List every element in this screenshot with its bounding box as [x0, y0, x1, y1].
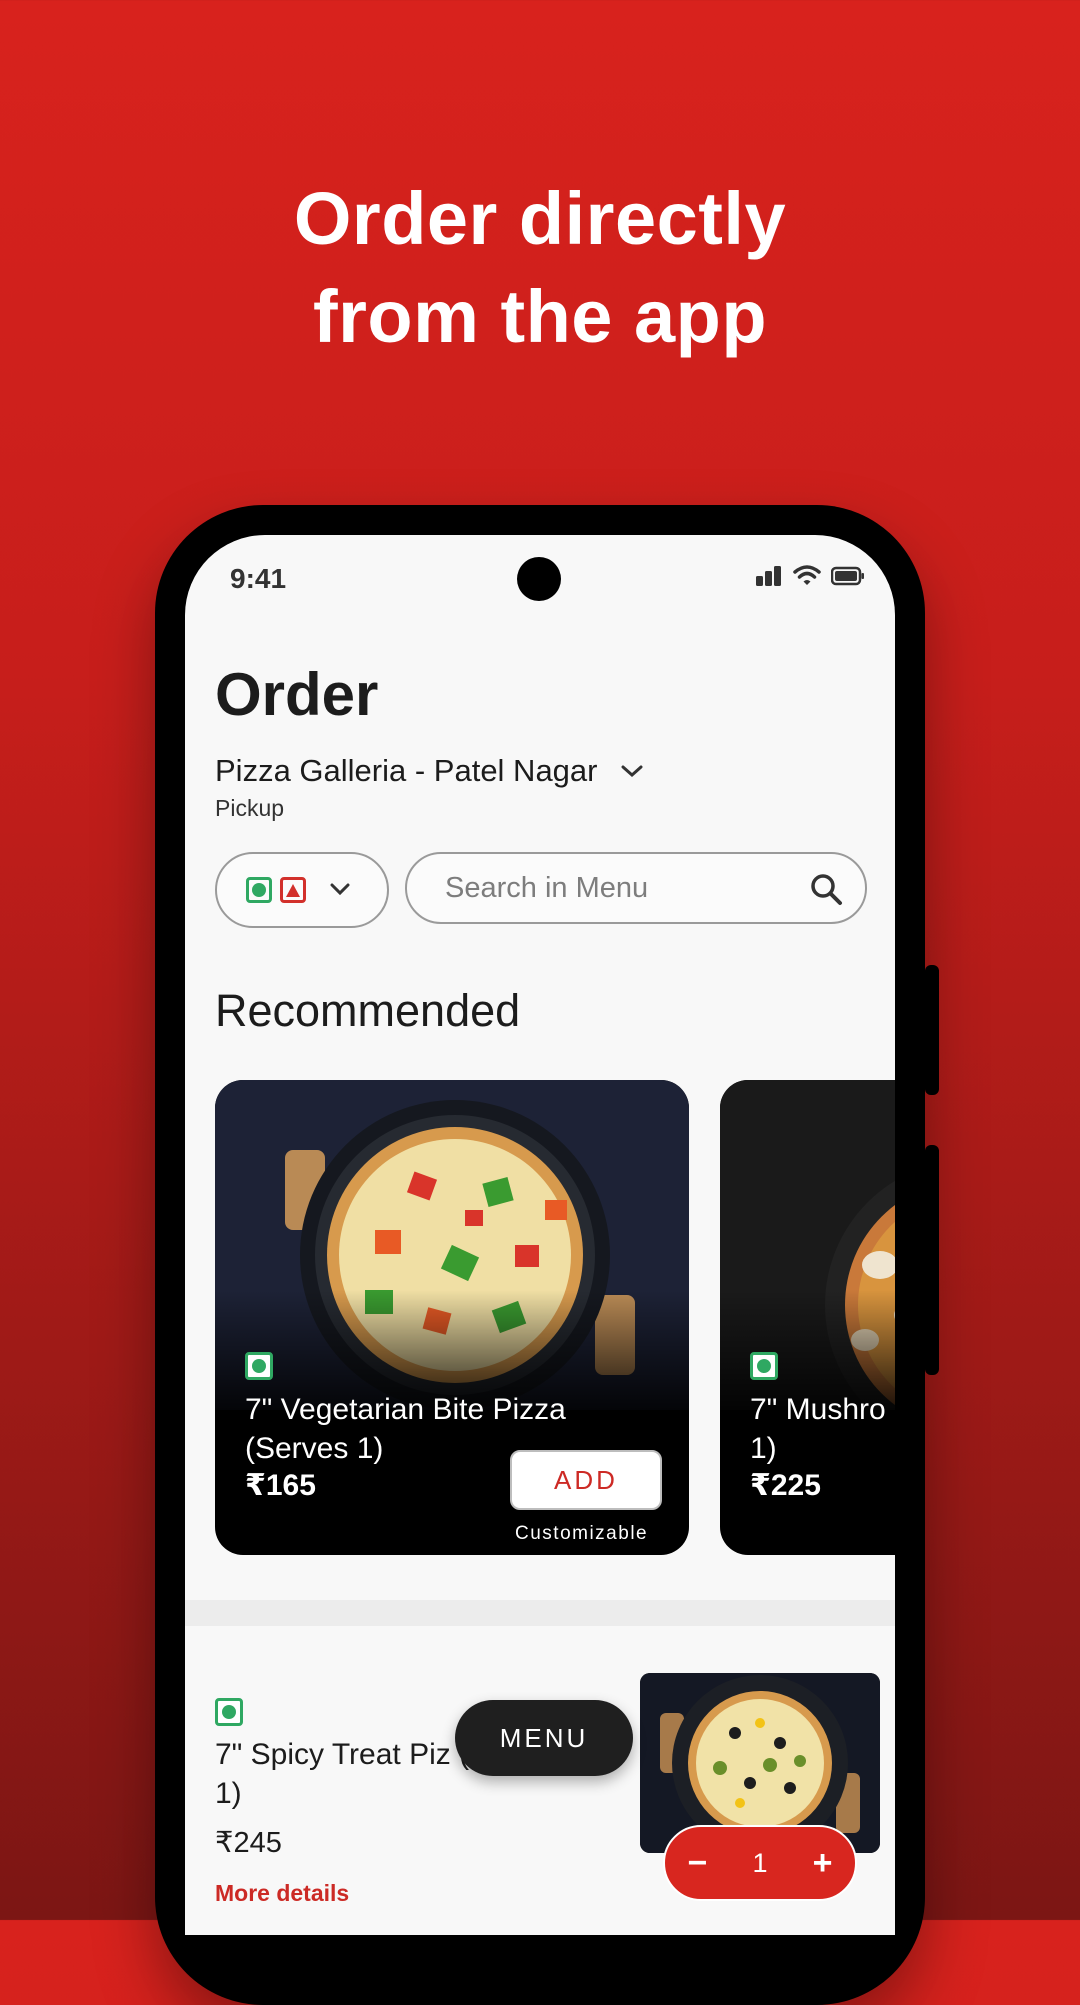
recommended-title: Recommended	[215, 985, 521, 1036]
recommended-card[interactable]: 7" Vegetarian Bite Pizza (Serves 1) ₹165…	[215, 1080, 689, 1555]
search-icon[interactable]	[809, 872, 845, 908]
headline-line-1: Order directly	[293, 177, 787, 260]
search-bar[interactable]	[405, 852, 867, 924]
cellular-signal-icon	[756, 566, 781, 586]
chevron-down-icon	[330, 883, 350, 896]
veg-icon	[750, 1352, 778, 1380]
recommended-card[interactable]: 7" Mushro (Serves 1) ₹225	[720, 1080, 895, 1555]
quantity-stepper[interactable]: − 1 +	[663, 1825, 857, 1901]
add-button[interactable]: ADD	[510, 1450, 662, 1510]
veg-filter-icon	[246, 877, 272, 903]
item-price: ₹245	[215, 1827, 282, 1859]
veg-icon	[215, 1698, 243, 1726]
battery-icon	[831, 566, 864, 586]
wifi-icon	[793, 565, 821, 585]
app-screen: 9:41 Order Pizza Galleria - Patel Nagar …	[185, 535, 895, 1935]
page-title: Order	[215, 661, 379, 728]
more-details-link[interactable]: More details	[215, 1880, 349, 1907]
store-name: Pizza Galleria - Patel Nagar	[215, 753, 598, 788]
menu-button[interactable]: MENU	[455, 1700, 633, 1776]
card-price: ₹165	[245, 1469, 316, 1502]
order-mode: Pickup	[215, 795, 285, 821]
plus-icon[interactable]: +	[813, 1844, 833, 1883]
card-price: ₹225	[750, 1469, 821, 1502]
phone-side-button	[925, 1145, 939, 1375]
veg-icon	[245, 1352, 273, 1380]
quantity-value: 1	[752, 1847, 768, 1878]
phone-side-button	[925, 965, 939, 1095]
status-icons	[755, 565, 865, 587]
section-divider	[185, 1600, 895, 1626]
minus-icon[interactable]: −	[688, 1844, 708, 1883]
promo-headline: Order directly from the app	[0, 170, 1080, 366]
nonveg-filter-icon	[280, 877, 306, 903]
diet-filter-dropdown[interactable]	[215, 852, 389, 928]
store-selector[interactable]: Pizza Galleria - Patel Nagar	[215, 753, 644, 789]
chevron-down-icon	[621, 765, 642, 778]
customizable-label: Customizable	[515, 1523, 649, 1544]
headline-line-2: from the app	[312, 275, 768, 358]
status-time: 9:41	[230, 563, 287, 594]
card-title: 7" Mushro (Serves 1)	[750, 1393, 895, 1465]
camera-cutout	[517, 557, 561, 601]
search-input[interactable]	[443, 870, 807, 906]
